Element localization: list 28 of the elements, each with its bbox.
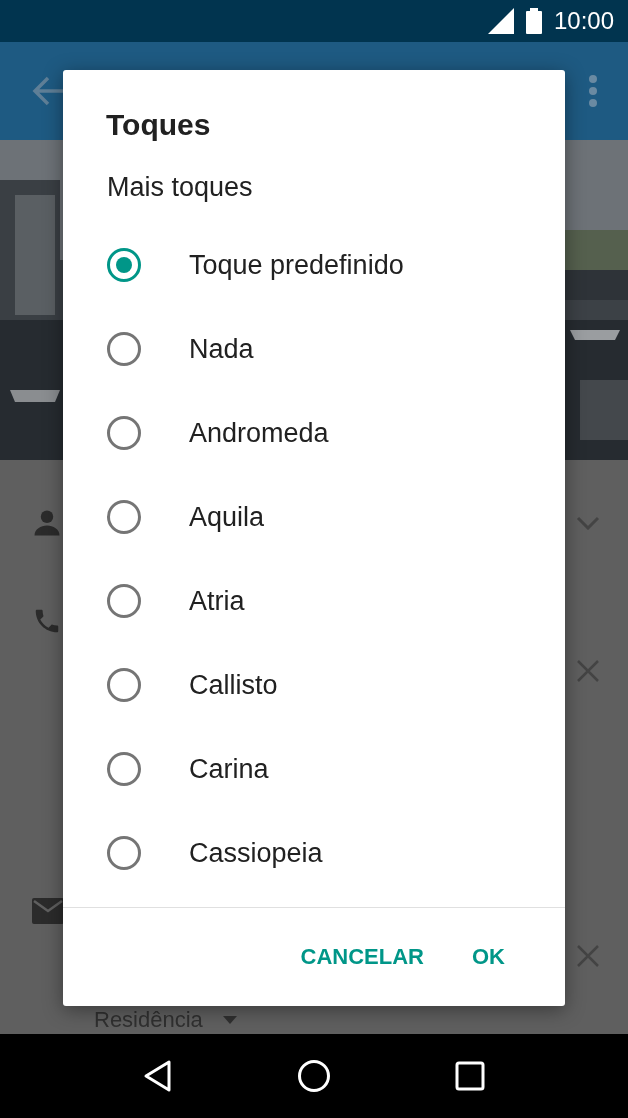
battery-icon [525,8,542,34]
ringtone-option[interactable]: Toque predefinido [189,249,404,281]
recents-nav-icon[interactable] [453,1059,487,1093]
person-icon [32,508,62,538]
radio-button[interactable] [107,752,141,786]
ringtone-option[interactable]: Carina [189,753,269,785]
radio-button[interactable] [107,668,141,702]
ringtone-option[interactable]: Atria [189,585,245,617]
radio-button[interactable] [107,416,141,450]
radio-button[interactable] [107,836,141,870]
cancel-button[interactable]: CANCELAR [284,936,440,978]
ringtone-option[interactable]: Callisto [189,669,278,701]
home-nav-icon[interactable] [297,1059,331,1093]
ringtone-option[interactable]: Nada [189,333,254,365]
status-time: 10:00 [553,7,614,35]
ringtone-option[interactable]: Cassiopeia [189,837,323,869]
mail-icon [32,898,64,924]
radio-button[interactable] [107,332,141,366]
radio-button[interactable] [107,248,141,282]
more-ringtones-link[interactable]: Mais toques [107,172,565,203]
signal-icon [487,8,514,34]
back-icon[interactable] [32,76,66,106]
radio-button[interactable] [107,584,141,618]
ringtone-option[interactable]: Andromeda [189,417,329,449]
radio-button[interactable] [107,500,141,534]
ringtone-option[interactable]: Aquila [189,501,265,533]
dialog-title: Toques [106,108,212,142]
ok-button[interactable]: OK [456,936,521,978]
